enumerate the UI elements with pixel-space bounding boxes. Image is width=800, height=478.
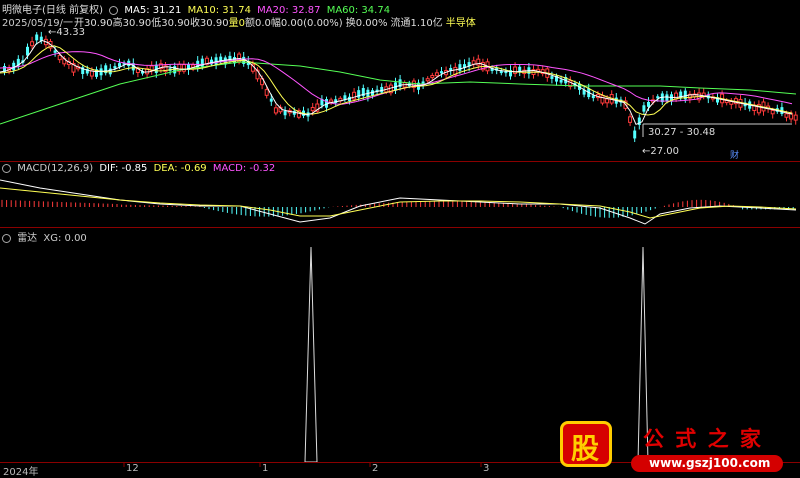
macd-header: MACD(12,26,9) DIF: -0.85 DEA: -0.69 MACD…: [2, 163, 278, 175]
candle-body: [310, 106, 315, 112]
candle-body: [628, 116, 633, 123]
x-axis-label-2: 2: [372, 463, 379, 474]
candle-body: [605, 98, 610, 104]
macd-macd-value: MACD: -0.32: [212, 163, 276, 174]
panel-divider-1[interactable]: [0, 161, 800, 162]
candle-body: [642, 105, 646, 112]
range-label: 30.27 - 30.48: [648, 127, 716, 138]
candle-body: [352, 91, 357, 100]
candle-body: [647, 101, 650, 107]
watermark: 股 公 式 之 家 www.gszj100.com: [555, 415, 800, 476]
candle-body: [53, 50, 57, 53]
low-price-label: ←27.00: [642, 146, 680, 157]
candle-body: [380, 86, 384, 93]
x-axis-label-3: 3: [483, 463, 490, 474]
candle-body: [633, 130, 637, 139]
candle-body: [181, 64, 186, 72]
radar-xg-value: XG: 0.00: [43, 233, 87, 244]
candle-body: [458, 64, 462, 71]
candle-body: [674, 92, 679, 100]
candle-body: [559, 79, 563, 83]
candle-body: [425, 78, 430, 82]
macd-dea-value: DEA: -0.69: [153, 163, 207, 174]
candle-body: [273, 107, 278, 114]
watermark-brand: 公 式 之 家: [643, 427, 763, 451]
watermark-url: www.gszj100.com: [631, 455, 783, 472]
candle-body: [113, 66, 117, 69]
panel-divider-2[interactable]: [0, 227, 800, 228]
candle-body: [30, 41, 35, 47]
candle-body: [600, 95, 605, 104]
radar-spike-1: [304, 246, 318, 463]
candle-body: [434, 72, 439, 77]
candle-body: [173, 66, 177, 74]
candle-body: [57, 54, 62, 61]
candle-body: [269, 98, 273, 102]
candle-body: [264, 89, 269, 96]
candle-body: [35, 34, 39, 41]
candle-body: [26, 46, 29, 56]
candle-body: [283, 110, 287, 116]
candle-body: [550, 76, 554, 79]
candle-body: [118, 63, 121, 67]
high-price-label: ←43.33: [48, 27, 86, 38]
chart-canvas[interactable]: [0, 0, 800, 476]
candle-body: [770, 109, 775, 115]
macd-dif-value: DIF: -0.85: [99, 163, 148, 174]
radar-title[interactable]: 雷达: [17, 233, 37, 244]
macd-settings-icon[interactable]: [2, 163, 11, 173]
radar-header: 雷达 XG: 0.00: [2, 229, 90, 244]
candle-body: [214, 57, 218, 65]
candle-body: [784, 113, 789, 118]
macd-title[interactable]: MACD(12,26,9): [17, 163, 93, 174]
candle-body: [329, 99, 334, 103]
radar-settings-icon[interactable]: [2, 233, 11, 243]
watermark-logo-icon: 股: [560, 421, 612, 467]
candle-body: [440, 71, 443, 74]
x-axis-label-1: 1: [262, 463, 269, 474]
x-axis-label-12: 12: [126, 463, 139, 474]
candle-body: [430, 74, 435, 79]
candle-body: [793, 114, 798, 121]
